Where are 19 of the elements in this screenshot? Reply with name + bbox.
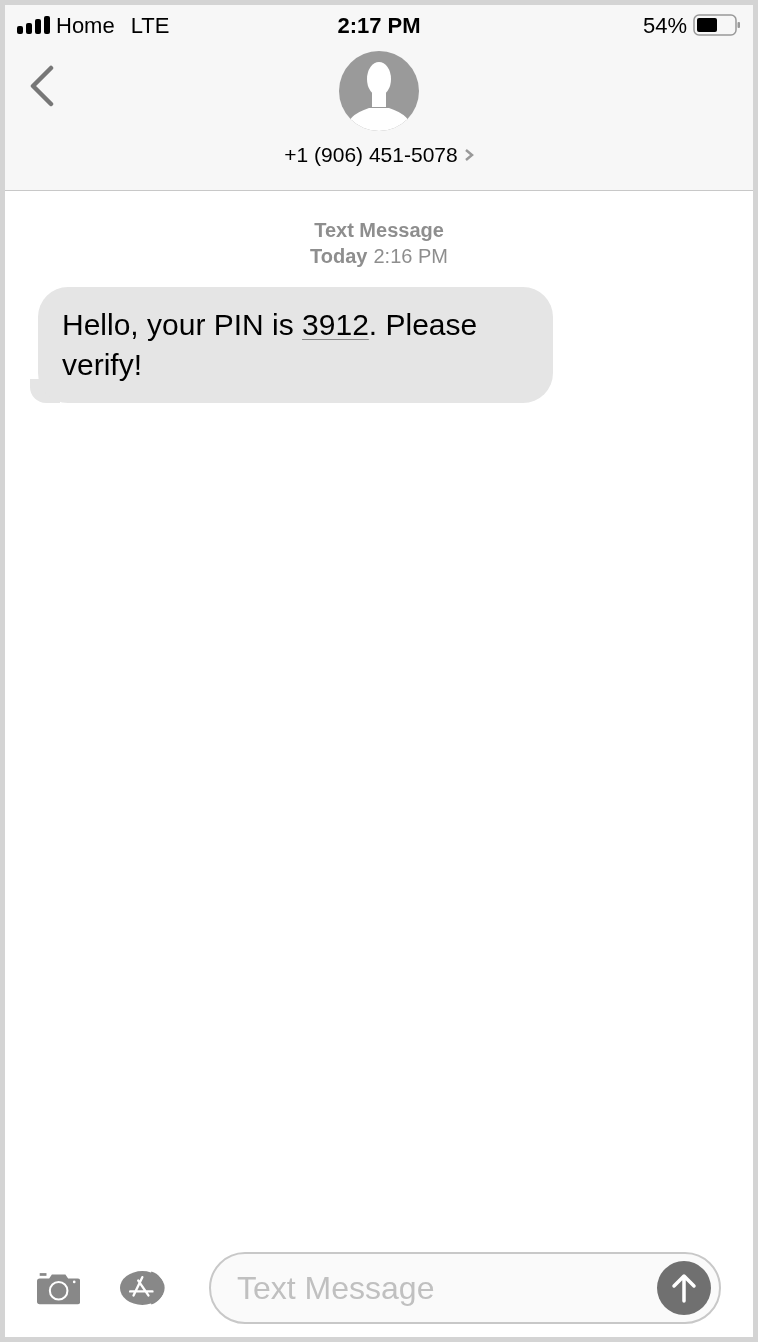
service-label: Text Message: [314, 218, 444, 243]
battery-percent: 54%: [642, 11, 687, 40]
status-time: 2:17 PM: [336, 11, 422, 40]
battery-icon: [693, 14, 741, 36]
time-label: 2:16 PM: [373, 244, 448, 269]
send-button[interactable]: [657, 1261, 711, 1315]
carrier-name: Home: [56, 11, 115, 40]
avatar-icon[interactable]: [339, 51, 419, 131]
contact-name-button[interactable]: +1 (906) 451-5078: [284, 139, 474, 171]
date-label: Today: [310, 244, 368, 269]
signal-icon: [17, 16, 50, 34]
arrow-up-icon: [671, 1273, 697, 1303]
message-field[interactable]: Text Message: [209, 1252, 721, 1324]
back-chevron-icon: [29, 65, 55, 107]
network-type: LTE: [130, 11, 170, 40]
pin-link[interactable]: 3912: [302, 308, 369, 341]
message-input-field[interactable]: Text Message: [237, 1264, 657, 1312]
message-bubble: Hello, your PIN is 3912. Please verify!: [38, 287, 553, 403]
chevron-right-icon: [463, 147, 474, 162]
